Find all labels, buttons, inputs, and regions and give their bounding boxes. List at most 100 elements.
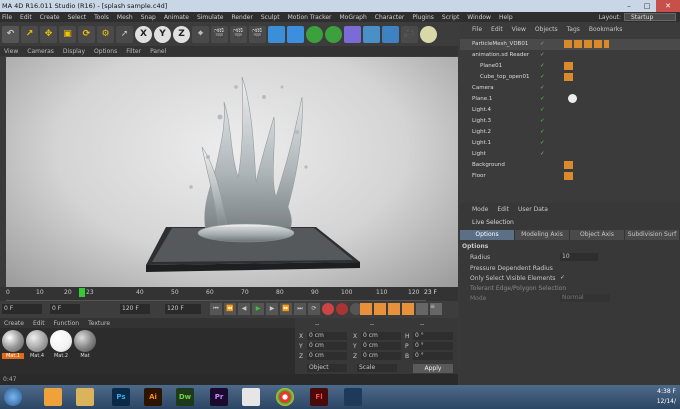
pla-key-icon[interactable] <box>416 303 428 315</box>
position-key-icon[interactable] <box>360 303 372 315</box>
viewport-menu-options[interactable]: Options <box>94 48 117 55</box>
coord-field[interactable]: 0 ° <box>413 342 453 350</box>
object-tag[interactable] <box>564 161 573 169</box>
min-frame-field[interactable]: 0 F <box>50 304 80 314</box>
autokey-icon[interactable] <box>336 303 348 315</box>
parameter-key-icon[interactable] <box>402 303 414 315</box>
object-row[interactable]: Background <box>460 160 680 171</box>
attr-menu-edit[interactable]: Edit <box>497 206 509 213</box>
visible-check-icon[interactable]: ✓ <box>540 94 545 105</box>
go-end-icon[interactable]: ⏭ <box>294 303 306 315</box>
viewport-menu-cameras[interactable]: Cameras <box>27 48 54 55</box>
go-start-icon[interactable]: ⏮ <box>210 303 222 315</box>
array-icon[interactable] <box>306 25 323 43</box>
chrome-icon[interactable] <box>276 388 294 406</box>
timeline-track[interactable]: 0 10 20 23 40 50 60 70 80 90 100 110 120 <box>6 287 426 301</box>
tab-options[interactable]: Options <box>460 230 515 240</box>
render-view-icon[interactable]: 🎬 <box>211 25 228 43</box>
mode-select[interactable]: Normal <box>560 294 610 302</box>
selection-arrow-icon[interactable]: ➚ <box>116 25 133 43</box>
material-menu-texture[interactable]: Texture <box>88 320 110 327</box>
render-picture-viewer-icon[interactable]: 🎬 <box>230 25 247 43</box>
menu-create[interactable]: Create <box>40 14 60 21</box>
object-menu-bookmarks[interactable]: Bookmarks <box>589 26 623 33</box>
flash-icon[interactable]: Fl <box>310 388 328 406</box>
apply-button[interactable]: Apply <box>413 364 453 373</box>
radius-field[interactable]: 10 <box>560 253 598 261</box>
recent-tool-icon[interactable]: ⚙ <box>97 25 114 43</box>
tab-object-axis[interactable]: Object Axis <box>570 230 625 240</box>
object-menu-file[interactable]: File <box>472 26 482 33</box>
attr-menu-user-data[interactable]: User Data <box>518 206 548 213</box>
visible-check-icon[interactable]: ✓ <box>540 39 545 50</box>
menu-help[interactable]: Help <box>499 14 513 21</box>
object-row[interactable]: Plane01 ✓ <box>460 61 680 72</box>
scale-key-icon[interactable] <box>374 303 386 315</box>
coord-field[interactable]: 0 cm <box>307 352 347 360</box>
perspective-viewport[interactable] <box>6 57 458 287</box>
object-row[interactable]: Light.3 ✓ <box>460 116 680 127</box>
menu-select[interactable]: Select <box>68 14 87 21</box>
scale-icon[interactable]: ▣ <box>59 25 76 43</box>
visible-check-icon[interactable]: ✓ <box>540 61 545 72</box>
material-swatch[interactable]: Mat.4 <box>26 330 48 364</box>
menu-plugins[interactable]: Plugins <box>412 14 434 21</box>
material-swatch[interactable]: Mat.1 <box>2 330 24 364</box>
object-row[interactable]: Light.4 ✓ <box>460 105 680 116</box>
illustrator-icon[interactable]: Ai <box>144 388 162 406</box>
start-button-icon[interactable] <box>4 388 22 406</box>
material-swatch[interactable]: Mat <box>74 330 96 364</box>
visible-check-icon[interactable]: ✓ <box>540 72 545 83</box>
tab-modeling-axis[interactable]: Modeling Axis <box>515 230 570 240</box>
menu-window[interactable]: Window <box>467 14 491 21</box>
rotation-key-icon[interactable] <box>388 303 400 315</box>
coord-field[interactable]: 0 cm <box>361 332 401 340</box>
menu-script[interactable]: Script <box>442 14 459 21</box>
menu-render[interactable]: Render <box>231 14 252 21</box>
visible-check-icon[interactable]: ✓ <box>540 83 545 94</box>
menu-animate[interactable]: Animate <box>164 14 189 21</box>
menu-character[interactable]: Character <box>375 14 405 21</box>
visible-check-icon[interactable]: ✓ <box>540 127 545 138</box>
menu-motion-tracker[interactable]: Motion Tracker <box>288 14 332 21</box>
coord-mode-select[interactable]: Object <box>307 364 347 372</box>
material-menu-function[interactable]: Function <box>54 320 80 327</box>
subdivision-icon[interactable] <box>287 25 304 43</box>
viewport-menu-panel[interactable]: Panel <box>150 48 166 55</box>
z-axis-button[interactable]: Z <box>173 25 190 43</box>
cube-icon[interactable] <box>268 25 285 43</box>
object-menu-tags[interactable]: Tags <box>567 26 580 33</box>
coord-size-mode-select[interactable]: Scale <box>357 364 397 372</box>
x-axis-button[interactable]: X <box>135 25 152 43</box>
menu-mograph[interactable]: MoGraph <box>340 14 367 21</box>
end-frame-field[interactable]: 120 F <box>165 304 201 314</box>
prev-frame-icon[interactable]: ◀ <box>238 303 250 315</box>
floor-icon[interactable] <box>363 25 380 43</box>
viewport-menu-display[interactable]: Display <box>63 48 85 55</box>
start-frame-field[interactable]: 0 F <box>2 304 42 314</box>
environment-icon[interactable] <box>382 25 399 43</box>
play-icon[interactable]: ▶ <box>252 303 264 315</box>
object-row[interactable]: ParticleMesh_VDB01 ✓ <box>460 39 680 50</box>
file-explorer-icon[interactable] <box>76 388 94 406</box>
object-row[interactable]: Floor <box>460 171 680 182</box>
object-row[interactable]: Plane.1 ✓ <box>460 94 680 105</box>
next-frame-icon[interactable]: ▶ <box>266 303 278 315</box>
cinema4d-icon[interactable] <box>344 388 362 406</box>
vlc-icon[interactable] <box>44 388 62 406</box>
object-menu-objects[interactable]: Objects <box>535 26 558 33</box>
render-settings-icon[interactable]: 🎬 <box>249 25 266 43</box>
object-row[interactable]: Light.1 ✓ <box>460 138 680 149</box>
undo-icon[interactable]: ↶ <box>2 25 19 43</box>
photoshop-icon[interactable]: Ps <box>112 388 130 406</box>
object-row[interactable]: Light ✓ <box>460 149 680 160</box>
object-menu-view[interactable]: View <box>512 26 526 33</box>
viewport-menu-filter[interactable]: Filter <box>126 48 141 55</box>
menu-snap[interactable]: Snap <box>141 14 156 21</box>
max-frame-field[interactable]: 120 F <box>120 304 150 314</box>
material-menu-edit[interactable]: Edit <box>33 320 45 327</box>
object-row[interactable]: Cube_top_open01 ✓ <box>460 72 680 83</box>
layout-select[interactable]: Startup <box>624 13 676 21</box>
minimize-icon[interactable]: – <box>620 0 638 12</box>
rotate-icon[interactable]: ⟳ <box>78 25 95 43</box>
